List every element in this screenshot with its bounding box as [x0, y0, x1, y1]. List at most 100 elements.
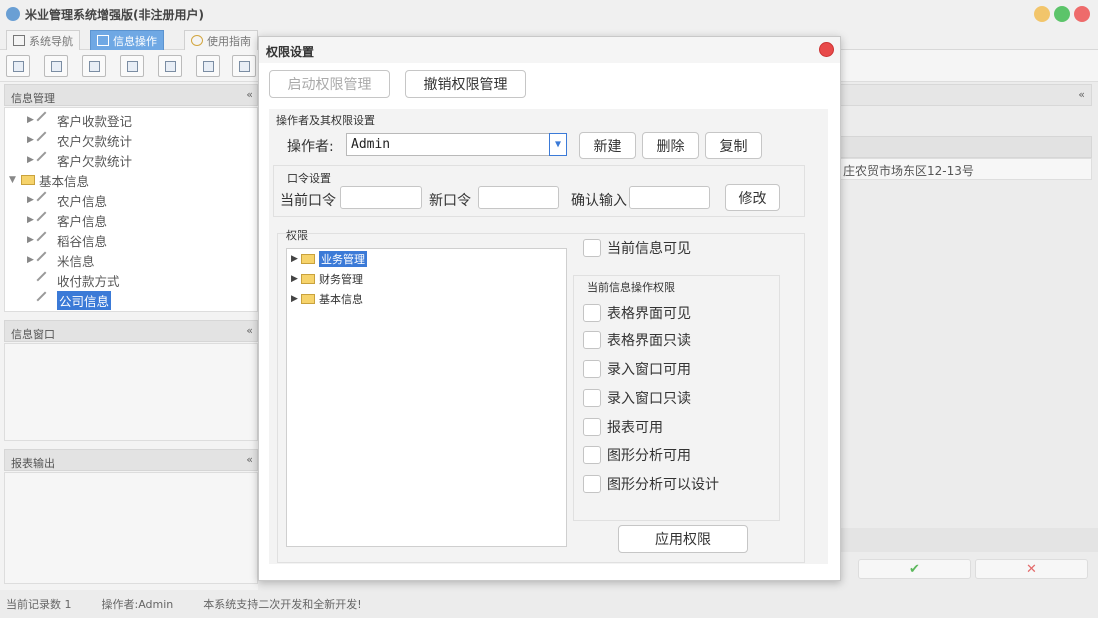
op-checkbox[interactable]: 录入窗口可用	[583, 359, 691, 379]
collapse-arrow-icon[interactable]: ▼	[9, 175, 21, 185]
collapse-icon[interactable]: «	[246, 453, 253, 466]
revoke-permission-button[interactable]: 撤销权限管理	[405, 70, 526, 98]
wrench-icon	[36, 151, 54, 169]
window-controls	[1034, 6, 1090, 22]
list-button[interactable]	[44, 55, 68, 77]
operator-select[interactable]: Admin ▼	[346, 133, 567, 156]
right-header: «	[840, 84, 1092, 106]
checkbox-label: 表格界面可见	[607, 306, 691, 322]
current-password-label: 当前口令	[280, 193, 336, 209]
report-body	[4, 472, 258, 584]
users-button[interactable]	[120, 55, 144, 77]
report-header: 报表输出 «	[4, 449, 258, 471]
document-button[interactable]	[82, 55, 106, 77]
close-window-button[interactable]	[1074, 6, 1090, 22]
perm-tree-node[interactable]: ▶ 业务管理	[291, 251, 367, 267]
op-checkbox[interactable]: 报表可用	[583, 417, 663, 437]
new-button[interactable]: 新建	[579, 132, 636, 159]
cancel-button[interactable]: ✕	[975, 559, 1088, 579]
cross-icon: ✕	[1026, 561, 1037, 577]
new-password-input[interactable]	[478, 186, 559, 209]
checkbox-icon[interactable]	[583, 360, 601, 378]
checkbox-icon[interactable]	[583, 418, 601, 436]
tree-item[interactable]: ▶ 农户信息	[27, 191, 107, 209]
delete-button[interactable]: 删除	[642, 132, 699, 159]
tree-item[interactable]: ▶ 稻谷信息	[27, 231, 107, 249]
current-password-input[interactable]	[340, 186, 422, 209]
expand-arrow-icon[interactable]: ▶	[291, 294, 301, 304]
monitor-icon	[13, 35, 25, 46]
wrench-icon	[36, 211, 54, 229]
checkbox-icon[interactable]	[583, 475, 601, 493]
print-button[interactable]	[232, 55, 256, 77]
op-checkbox[interactable]: 图形分析可用	[583, 445, 691, 465]
right-footer	[840, 528, 1098, 552]
op-checkbox[interactable]: 图形分析可以设计	[583, 474, 719, 494]
tab-info-ops[interactable]: 信息操作	[90, 30, 164, 50]
perm-node-label: 财务管理	[319, 273, 363, 286]
op-checkbox[interactable]: 表格界面可见	[583, 303, 691, 323]
checkbox-icon[interactable]	[583, 331, 601, 349]
document-icon	[89, 61, 100, 72]
tree-item[interactable]: ▶ 客户收款登记	[27, 111, 132, 129]
tree-item[interactable]: ▼ 基本信息	[9, 171, 89, 189]
modify-button[interactable]: 修改	[725, 184, 780, 211]
tree-item-label: 客户欠款统计	[57, 153, 133, 169]
export-button[interactable]	[196, 55, 220, 77]
permission-dialog: 权限设置 启动权限管理 撤销权限管理 操作者及其权限设置 操作者: Admin …	[258, 36, 841, 581]
confirm-button[interactable]: ✔	[858, 559, 971, 579]
collapse-left-icon[interactable]: «	[246, 88, 253, 101]
perm-tree-node[interactable]: ▶ 基本信息	[291, 291, 363, 307]
expand-arrow-icon[interactable]: ▶	[291, 254, 301, 264]
tree-item[interactable]: ▶ 米信息	[27, 251, 95, 269]
list-icon	[51, 61, 62, 72]
confirm-password-input[interactable]	[629, 186, 710, 209]
app-logo-icon	[6, 7, 20, 21]
collapse-icon[interactable]: «	[1078, 88, 1085, 101]
visible-checkbox[interactable]: 当前信息可见	[583, 238, 691, 258]
permission-tree: ▶ 业务管理 ▶ 财务管理 ▶ 基本信息	[286, 248, 567, 547]
chevron-down-icon[interactable]: ▼	[549, 133, 567, 156]
perm-tree-node[interactable]: ▶ 财务管理	[291, 271, 363, 287]
minimize-button[interactable]	[1034, 6, 1050, 22]
tree-item[interactable]: ▶ 农户欠款统计	[27, 131, 132, 149]
op-checkbox[interactable]: 表格界面只读	[583, 330, 691, 350]
dialog-close-button[interactable]	[819, 42, 834, 57]
checkbox-icon[interactable]	[583, 304, 601, 322]
info-mgmt-title: 信息管理	[11, 92, 55, 105]
maximize-button[interactable]	[1054, 6, 1070, 22]
grid-cell[interactable]: 庄农贸市场东区12-13号	[840, 158, 1092, 180]
copy-button[interactable]: 复制	[705, 132, 762, 159]
clock-icon	[191, 35, 203, 46]
enable-permission-button[interactable]: 启动权限管理	[269, 70, 390, 98]
collapse-icon[interactable]: «	[246, 324, 253, 337]
tab-system-nav[interactable]: 系统导航	[6, 30, 80, 50]
expand-arrow-icon[interactable]: ▶	[291, 274, 301, 284]
tree-item[interactable]: ▶ 客户信息	[27, 211, 107, 229]
tree-item-selected[interactable]: 公司信息	[36, 290, 112, 310]
apply-permission-button[interactable]: 应用权限	[618, 525, 748, 553]
checkbox-icon[interactable]	[583, 389, 601, 407]
wrench-icon	[36, 231, 54, 249]
check-icon: ✔	[909, 561, 920, 577]
search-button[interactable]	[6, 55, 30, 77]
folder-icon	[301, 294, 315, 304]
tab-guide[interactable]: 使用指南	[184, 30, 258, 50]
report-title: 报表输出	[11, 457, 55, 470]
checkbox-icon[interactable]	[583, 239, 601, 257]
op-checkbox[interactable]: 录入窗口只读	[583, 388, 691, 408]
checkbox-label: 表格界面只读	[607, 333, 691, 349]
tree-item[interactable]: ▶ 客户欠款统计	[27, 151, 132, 169]
tree-item-label: 稻谷信息	[57, 233, 108, 249]
window-button[interactable]	[158, 55, 182, 77]
folder-icon	[21, 175, 35, 185]
app-title: 米业管理系统增强版(非注册用户)	[25, 7, 204, 22]
tree-item[interactable]: 收付款方式	[36, 271, 120, 289]
window-icon	[165, 61, 176, 72]
tree-item-label: 客户信息	[57, 213, 108, 229]
checkbox-icon[interactable]	[583, 446, 601, 464]
tree-item-label: 农户信息	[57, 193, 108, 209]
wrench-icon	[36, 251, 54, 269]
status-message: 本系统支持二次开发和全新开发!	[203, 598, 362, 611]
dialog-header: 权限设置	[259, 37, 840, 63]
